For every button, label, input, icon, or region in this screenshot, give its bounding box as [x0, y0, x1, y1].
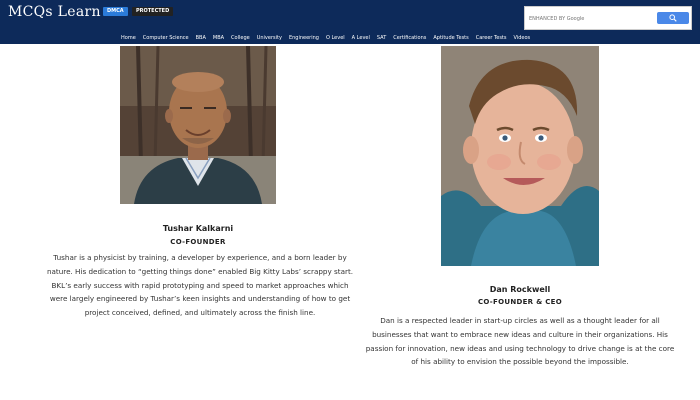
- tushar-name: Tushar Kalkarni: [162, 224, 234, 233]
- nav-mba[interactable]: MBA: [213, 34, 224, 42]
- nav-certifications[interactable]: Certifications: [393, 34, 426, 42]
- site-header: MCQs Learn DMCA PROTECTED Home Computer …: [0, 0, 700, 44]
- main-nav: Home Computer Science BBA MBA College Un…: [121, 34, 530, 42]
- tushar-bio: Tushar is a physicist by training, a dev…: [46, 253, 354, 318]
- site-logo[interactable]: MCQs Learn: [8, 4, 101, 20]
- search-icon: [669, 14, 677, 22]
- nav-university[interactable]: University: [257, 34, 282, 42]
- search-button[interactable]: [657, 12, 689, 24]
- nav-videos[interactable]: Videos: [514, 34, 531, 42]
- nav-sat[interactable]: SAT: [377, 34, 386, 42]
- dan-bio: Dan is a respected leader in start-up ci…: [365, 316, 675, 367]
- tushar-role: CO-FOUNDER: [170, 238, 226, 246]
- search-input[interactable]: [529, 12, 647, 25]
- tushar-photo-illustration: [120, 46, 276, 204]
- nav-aptitude-tests[interactable]: Aptitude Tests: [433, 34, 468, 42]
- nav-bba[interactable]: BBA: [196, 34, 206, 42]
- dan-name: Dan Rockwell: [489, 285, 551, 294]
- dan-role: CO-FOUNDER & CEO: [477, 298, 563, 306]
- dmca-badge[interactable]: DMCA: [103, 7, 128, 16]
- nav-computer-science[interactable]: Computer Science: [143, 34, 189, 42]
- protected-badge[interactable]: PROTECTED: [132, 7, 174, 16]
- tushar-portrait: [120, 46, 276, 204]
- search-box: [524, 6, 692, 30]
- nav-college[interactable]: College: [231, 34, 250, 42]
- dan-photo-illustration: [441, 46, 599, 266]
- dan-portrait: [441, 46, 599, 266]
- nav-o-level[interactable]: O Level: [326, 34, 345, 42]
- nav-engineering[interactable]: Engineering: [289, 34, 319, 42]
- nav-home[interactable]: Home: [121, 34, 136, 42]
- nav-career-tests[interactable]: Career Tests: [476, 34, 507, 42]
- nav-a-level[interactable]: A Level: [352, 34, 370, 42]
